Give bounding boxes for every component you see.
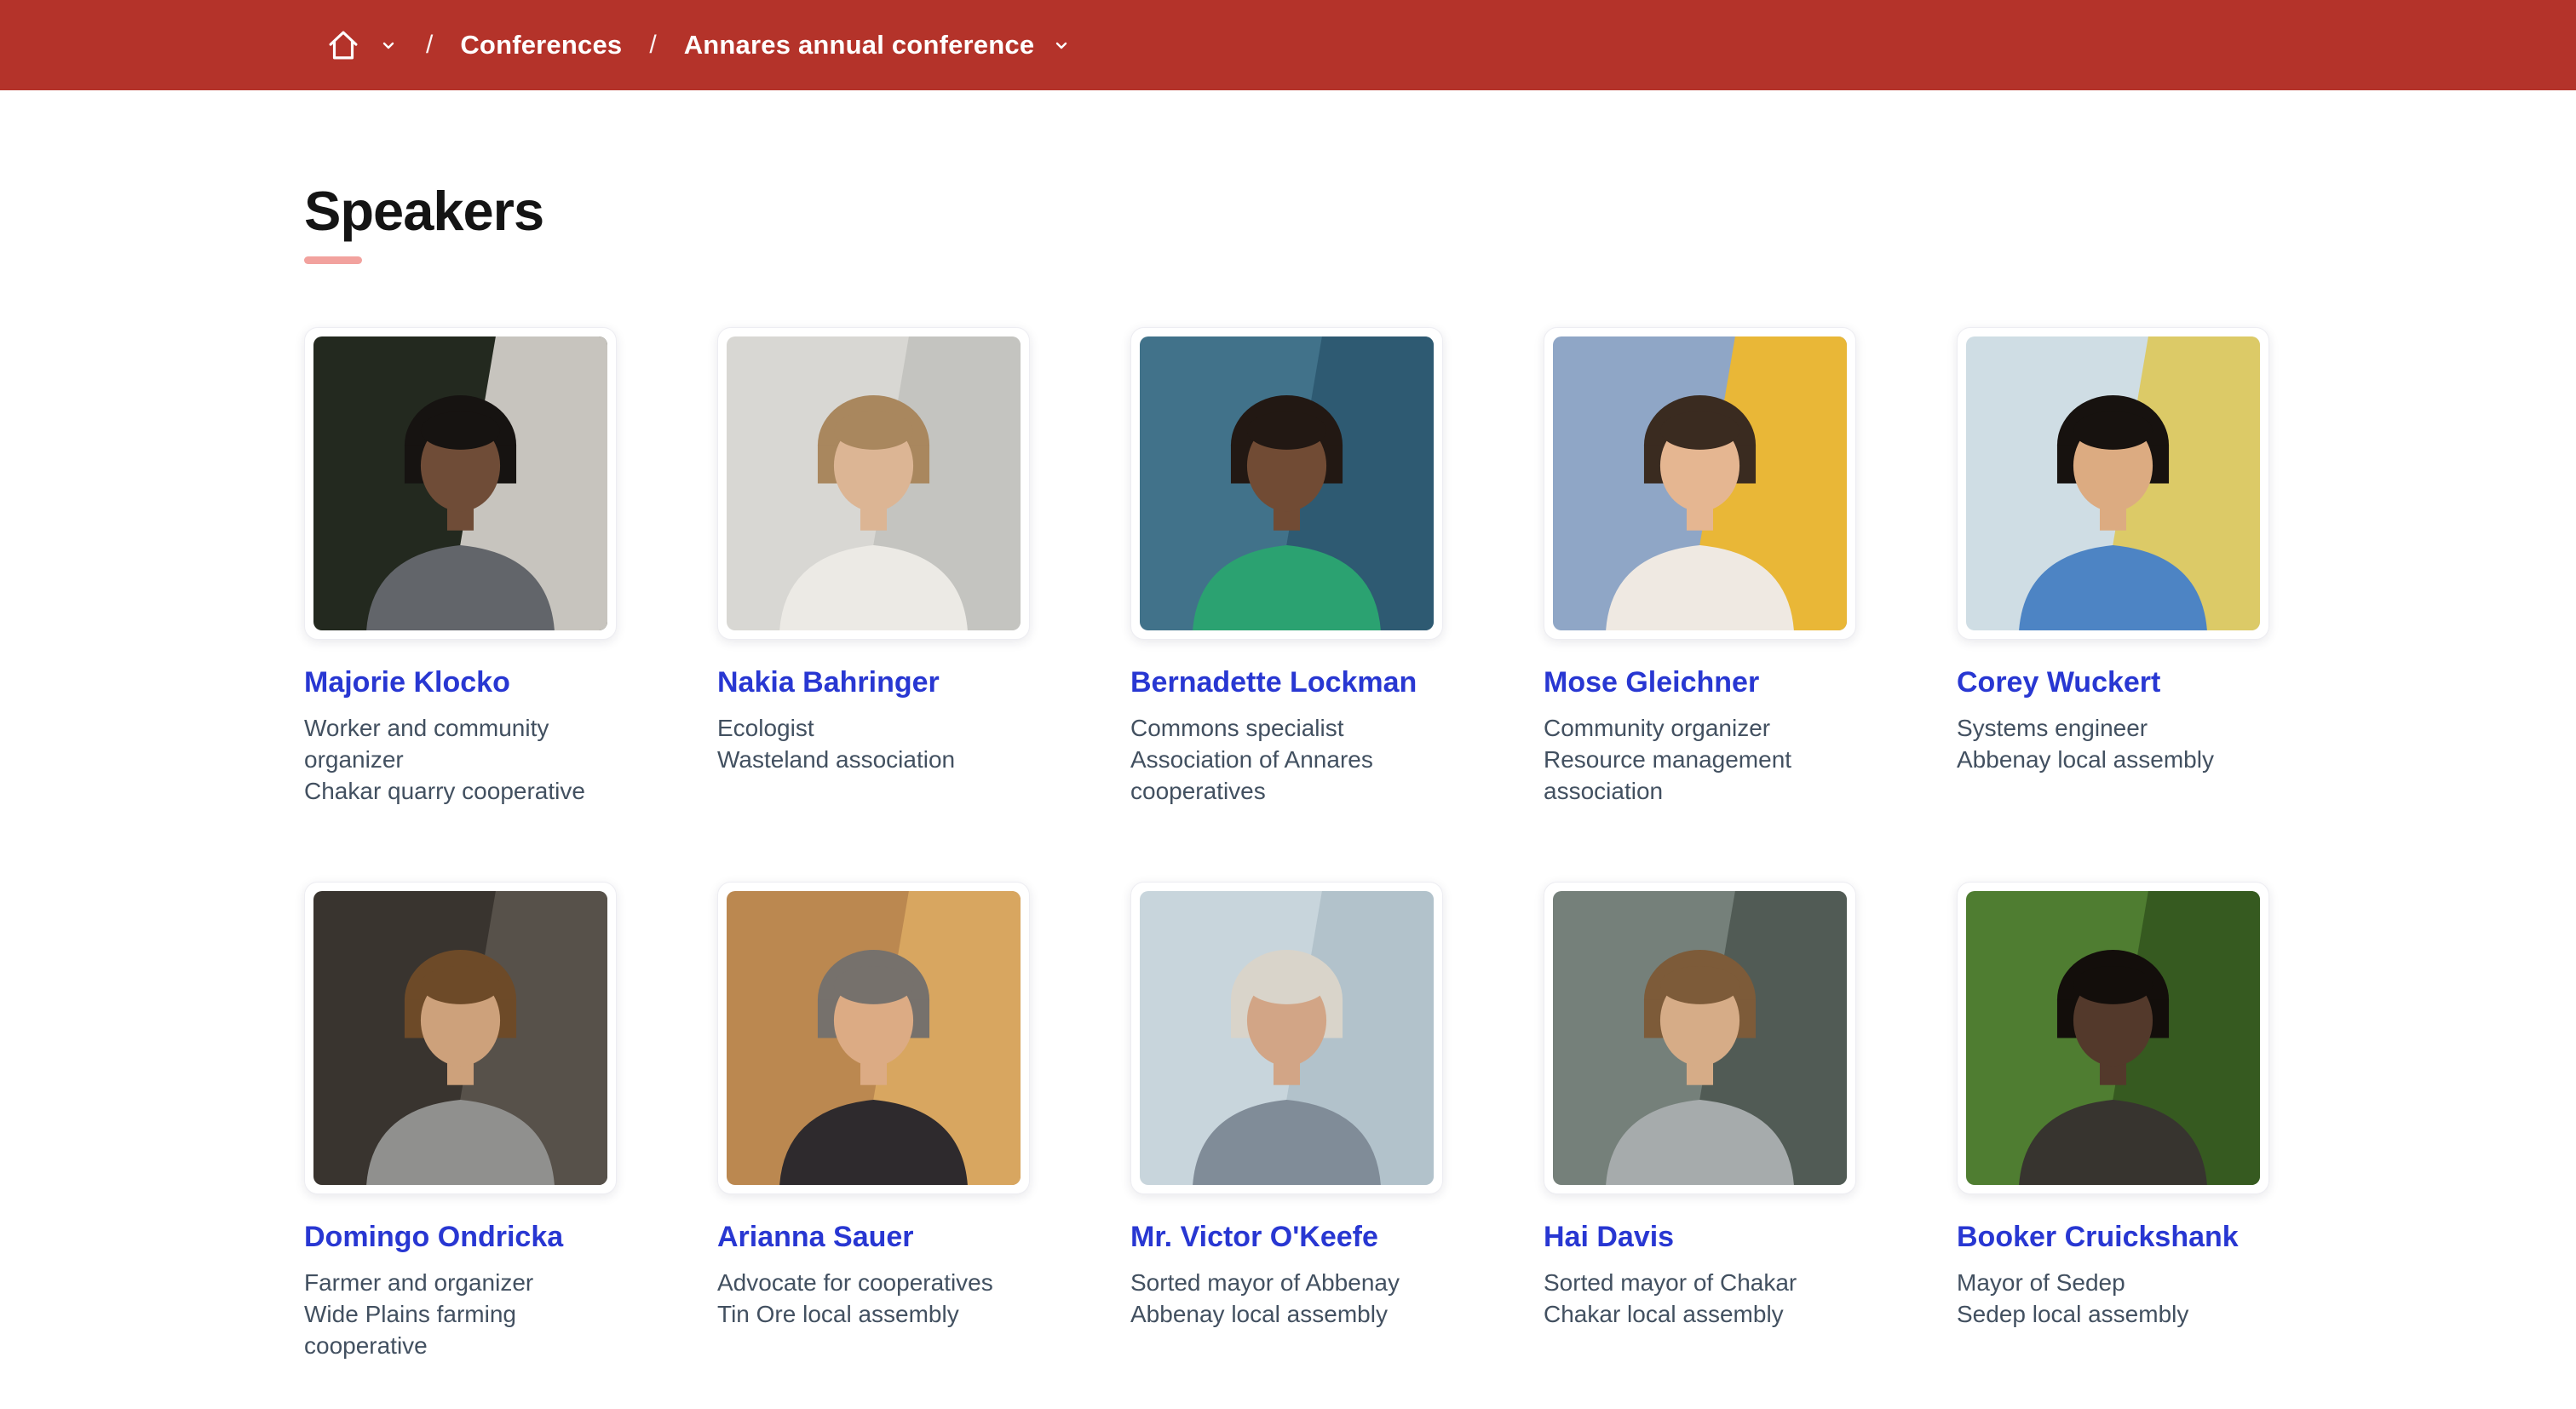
speaker-name-link[interactable]: Corey Wuckert [1957,665,2269,700]
speaker-photo [1130,327,1443,640]
portrait-illustration [313,891,607,1185]
portrait-illustration [1140,891,1434,1185]
speaker-photo [717,327,1030,640]
home-dropdown-chevron-icon[interactable] [383,35,399,55]
speaker-affiliation: Sedep local assembly [1957,1301,2188,1327]
speaker-name-link[interactable]: Nakia Bahringer [717,665,1030,700]
speaker-photo [1957,327,2269,640]
speaker-role: Systems engineer [1957,715,2148,741]
conference-dropdown-chevron-icon[interactable] [1056,35,1072,55]
speaker-description: Systems engineer Abbenay local assembly [1957,712,2269,775]
speaker-photo [1544,327,1856,640]
speaker-role: Community organizer [1544,715,1770,741]
speaker-name-link[interactable]: Mose Gleichner [1544,665,1856,700]
speaker-card: Majorie Klocko Worker and community orga… [304,327,617,807]
portrait-illustration [1966,336,2260,630]
speakers-grid: Majorie Klocko Worker and community orga… [304,327,2320,1361]
breadcrumb-link-conference-title[interactable]: Annares annual conference [684,30,1035,60]
home-icon[interactable] [325,27,361,63]
speaker-affiliation: Tin Ore local assembly [717,1301,959,1327]
title-underline [304,256,362,264]
speaker-affiliation: Resource management association [1544,746,1791,804]
speaker-affiliation: Abbenay local assembly [1957,746,2214,773]
main-content: Speakers Majorie Klocko [0,179,2576,1361]
speaker-photo [304,882,617,1194]
speaker-card: Booker Cruickshank Mayor of Sedep Sedep … [1957,882,2269,1361]
speaker-card: Hai Davis Sorted mayor of Chakar Chakar … [1544,882,1856,1361]
speaker-name-link[interactable]: Arianna Sauer [717,1220,1030,1255]
speaker-role: Sorted mayor of Chakar [1544,1269,1797,1296]
speaker-affiliation: Abbenay local assembly [1130,1301,1388,1327]
speaker-role: Mayor of Sedep [1957,1269,2125,1296]
speaker-photo [304,327,617,640]
portrait-illustration [727,336,1021,630]
speaker-card: Arianna Sauer Advocate for cooperatives … [717,882,1030,1361]
speaker-affiliation: Association of Annares cooperatives [1130,746,1373,804]
page-title: Speakers [304,179,2320,243]
speaker-name-link[interactable]: Majorie Klocko [304,665,617,700]
breadcrumb-separator: / [644,31,661,60]
portrait-illustration [1553,891,1847,1185]
speaker-card: Domingo Ondricka Farmer and organizer Wi… [304,882,617,1361]
speaker-role: Commons specialist [1130,715,1344,741]
speaker-affiliation: Wide Plains farming cooperative [304,1301,516,1359]
portrait-illustration [727,891,1021,1185]
speaker-description: Commons specialist Association of Annare… [1130,712,1443,807]
speaker-description: Sorted mayor of Chakar Chakar local asse… [1544,1267,1856,1330]
speaker-affiliation: Chakar quarry cooperative [304,778,585,804]
speaker-photo [1957,882,2269,1194]
speaker-description: Advocate for cooperatives Tin Ore local … [717,1267,1030,1330]
speaker-card: Bernadette Lockman Commons specialist As… [1130,327,1443,807]
breadcrumb: / Conferences / Annares annual conferenc… [325,27,1072,63]
speaker-role: Worker and community organizer [304,715,549,773]
speaker-affiliation: Wasteland association [717,746,955,773]
speaker-name-link[interactable]: Mr. Victor O'Keefe [1130,1220,1443,1255]
speaker-role: Farmer and organizer [304,1269,533,1296]
speaker-role: Ecologist [717,715,814,741]
speaker-card: Corey Wuckert Systems engineer Abbenay l… [1957,327,2269,807]
speaker-photo [1544,882,1856,1194]
portrait-illustration [1553,336,1847,630]
speaker-name-link[interactable]: Domingo Ondricka [304,1220,617,1255]
speaker-description: Mayor of Sedep Sedep local assembly [1957,1267,2269,1330]
speaker-description: Worker and community organizer Chakar qu… [304,712,617,807]
portrait-illustration [1140,336,1434,630]
speaker-name-link[interactable]: Booker Cruickshank [1957,1220,2269,1255]
speaker-role: Sorted mayor of Abbenay [1130,1269,1400,1296]
speaker-role: Advocate for cooperatives [717,1269,993,1296]
speaker-affiliation: Chakar local assembly [1544,1301,1784,1327]
speaker-name-link[interactable]: Hai Davis [1544,1220,1856,1255]
speaker-photo [717,882,1030,1194]
speaker-card: Nakia Bahringer Ecologist Wasteland asso… [717,327,1030,807]
top-navbar: / Conferences / Annares annual conferenc… [0,0,2576,90]
breadcrumb-separator: / [421,31,438,60]
speaker-photo [1130,882,1443,1194]
speaker-name-link[interactable]: Bernadette Lockman [1130,665,1443,700]
speaker-card: Mose Gleichner Community organizer Resou… [1544,327,1856,807]
portrait-illustration [1966,891,2260,1185]
speaker-description: Sorted mayor of Abbenay Abbenay local as… [1130,1267,1443,1330]
speaker-description: Farmer and organizer Wide Plains farming… [304,1267,617,1361]
speaker-card: Mr. Victor O'Keefe Sorted mayor of Abben… [1130,882,1443,1361]
speaker-description: Community organizer Resource management … [1544,712,1856,807]
portrait-illustration [313,336,607,630]
speaker-description: Ecologist Wasteland association [717,712,1030,775]
breadcrumb-link-conferences[interactable]: Conferences [460,30,622,60]
